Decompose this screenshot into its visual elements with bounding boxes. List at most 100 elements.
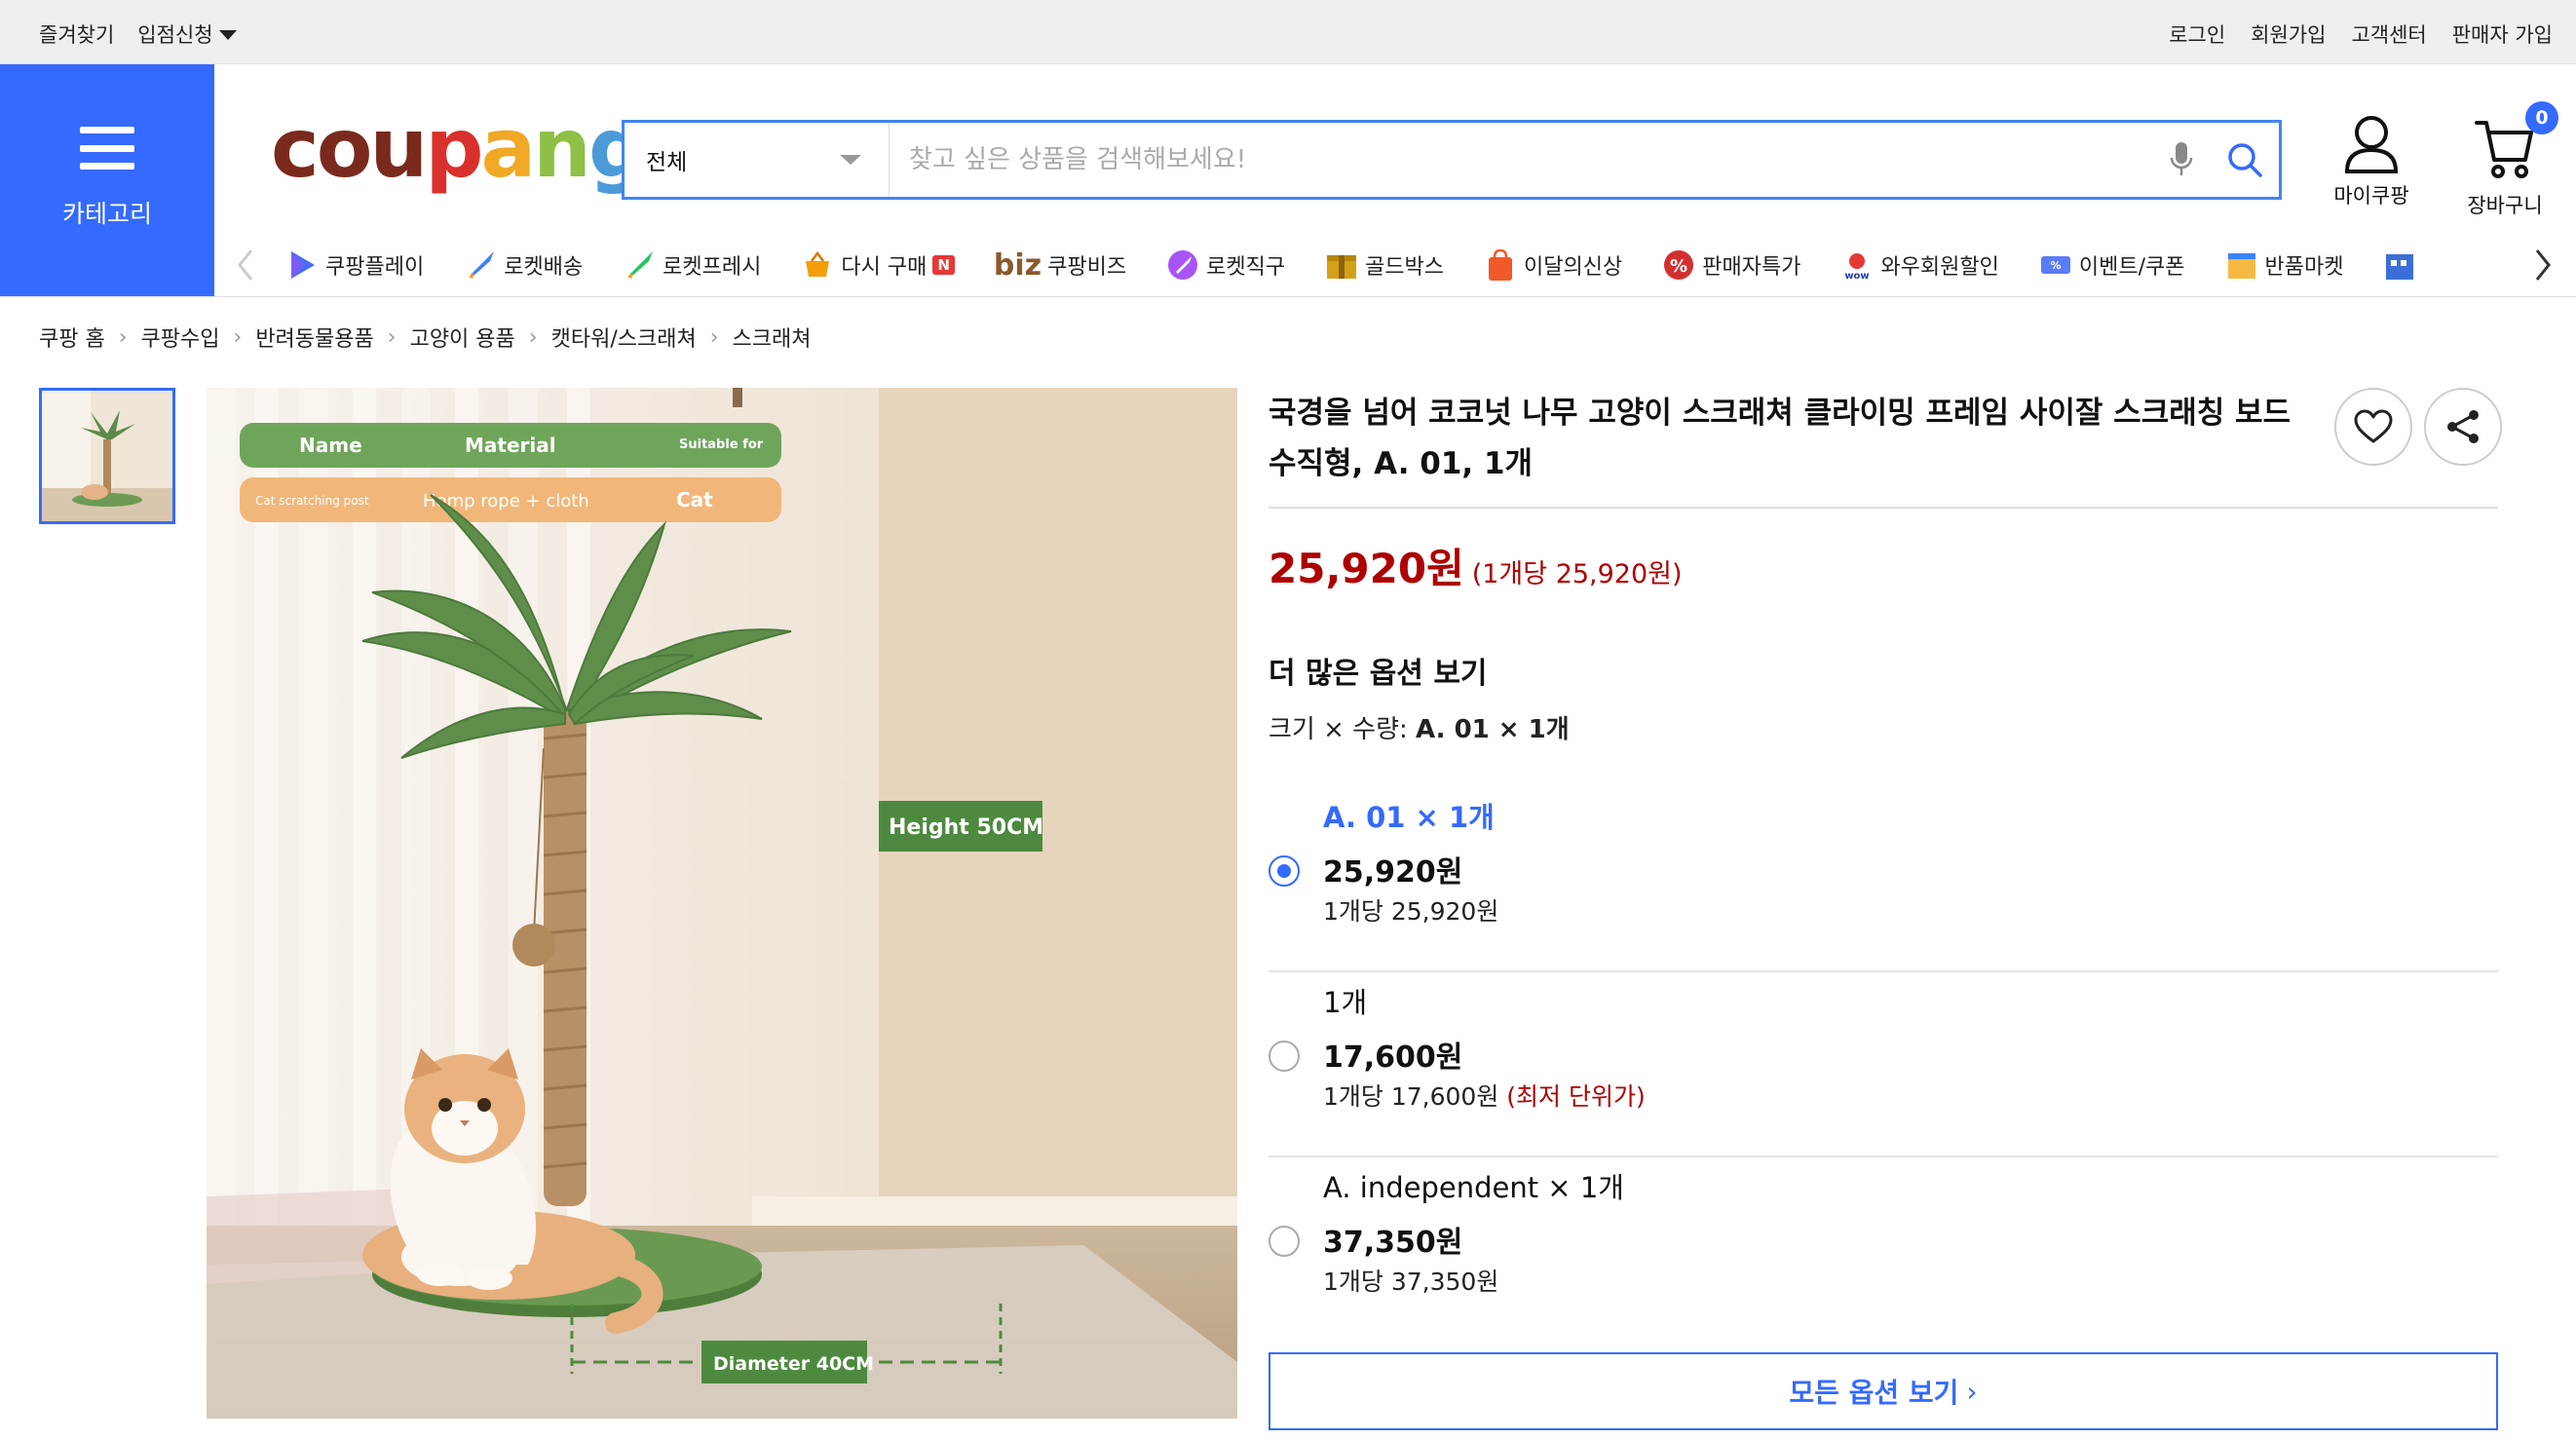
svg-text:%: % bbox=[1670, 256, 1687, 277]
microphone-icon[interactable] bbox=[2152, 140, 2211, 179]
search-category-value: 전체 bbox=[646, 150, 688, 175]
option-unit-price: 1개당 17,600원 (최저 단위가) bbox=[1323, 1082, 1646, 1111]
search-bar: 전체 bbox=[622, 120, 2282, 200]
user-icon bbox=[2344, 116, 2399, 173]
size-qty-value: A. 01 × 1개 bbox=[1416, 715, 1570, 744]
rocket-global-icon bbox=[1165, 247, 1200, 283]
more-options-heading: 더 많은 옵션 보기 bbox=[1269, 657, 1488, 691]
strip-item-coupangplay[interactable]: 쿠팡플레이 bbox=[265, 247, 443, 283]
return-market-icon bbox=[2224, 247, 2259, 283]
category-menu-button[interactable]: 카테고리 bbox=[0, 64, 214, 296]
rocket-icon bbox=[463, 247, 498, 283]
breadcrumb-item[interactable]: 스크래쳐 bbox=[733, 322, 812, 353]
image-diameter-label: Diameter 40CM bbox=[713, 1353, 874, 1375]
title-divider bbox=[1269, 507, 2498, 509]
option-item[interactable]: A. independent × 1개 37,350원 1개당 37,350원 bbox=[1269, 1157, 2498, 1333]
strip-item-rocket-delivery[interactable]: 로켓배송 bbox=[443, 247, 602, 283]
store-icon bbox=[2382, 247, 2417, 283]
hamburger-icon bbox=[80, 127, 134, 170]
chevron-right-icon: › bbox=[233, 324, 243, 350]
size-qty-line: 크기 × 수량: A. 01 × 1개 bbox=[1269, 709, 1570, 745]
share-icon bbox=[2447, 410, 2479, 443]
option-item[interactable]: A. 01 × 1개 25,920원 1개당 25,920원 bbox=[1269, 787, 2498, 972]
strip-item-truncated[interactable] bbox=[2363, 247, 2437, 283]
size-qty-label: 크기 × 수량: bbox=[1269, 715, 1408, 744]
login-link[interactable]: 로그인 bbox=[2169, 19, 2225, 49]
search-category-select[interactable]: 전체 bbox=[625, 123, 890, 197]
biz-icon: biz bbox=[993, 247, 1042, 283]
basket-icon bbox=[800, 247, 835, 283]
option-name: A. independent × 1개 bbox=[1323, 1171, 1624, 1204]
product-title: 국경을 넘어 코코넛 나무 고양이 스크래쳐 클라이밍 프레임 사이잘 스크래칭… bbox=[1269, 396, 2292, 481]
mycoupang-button[interactable]: 마이쿠팡 bbox=[2323, 113, 2420, 209]
chevron-right-icon: › bbox=[1966, 1375, 1978, 1408]
new-bag-icon bbox=[1483, 247, 1518, 283]
search-icon[interactable] bbox=[2211, 140, 2279, 179]
strip-item-seller-deals[interactable]: % 판매자특가 bbox=[1642, 247, 1820, 283]
option-name: 1개 bbox=[1323, 986, 1368, 1019]
image-table-value-name: Cat scratching post bbox=[255, 494, 369, 508]
signup-link[interactable]: 회원가입 bbox=[2251, 19, 2326, 49]
svg-text:%: % bbox=[2050, 259, 2061, 272]
favorite-button[interactable] bbox=[2334, 388, 2412, 466]
strip-item-rebuy[interactable]: 다시 구매 N bbox=[780, 247, 974, 283]
option-price: 17,600원 bbox=[1323, 1041, 1463, 1075]
image-table-header-material: Material bbox=[465, 434, 556, 457]
strip-item-events-coupons[interactable]: % 이벤트/쿠폰 bbox=[2019, 247, 2205, 283]
view-all-options-label: 모든 옵션 보기 bbox=[1789, 1377, 1959, 1409]
cart-button[interactable]: 0 장바구니 bbox=[2451, 101, 2558, 219]
breadcrumb-item[interactable]: 쿠팡수입 bbox=[141, 322, 220, 353]
strip-item-return-market[interactable]: 반품마켓 bbox=[2205, 247, 2364, 283]
product-thumbnail[interactable] bbox=[39, 388, 175, 524]
heart-icon bbox=[2354, 409, 2393, 443]
option-item[interactable]: 1개 17,600원 1개당 17,600원 (최저 단위가) bbox=[1269, 972, 2498, 1157]
strip-item-new-arrivals[interactable]: 이달의신상 bbox=[1463, 247, 1642, 283]
seller-apply-label: 입점신청 bbox=[137, 23, 213, 47]
image-table-value-cat: Cat bbox=[676, 488, 713, 512]
strip-item-goldbox[interactable]: 골드박스 bbox=[1305, 247, 1463, 283]
chevron-down-icon bbox=[840, 155, 861, 165]
chevron-right-icon: › bbox=[709, 324, 719, 350]
price-block: 25,920원 (1개당 25,920원) bbox=[1269, 536, 1683, 595]
strip-right-arrow-icon[interactable] bbox=[2523, 248, 2562, 282]
strip-left-arrow-icon[interactable] bbox=[226, 248, 265, 282]
option-price: 37,350원 bbox=[1323, 1226, 1463, 1260]
option-radio[interactable] bbox=[1269, 1041, 1300, 1072]
chevron-right-icon: › bbox=[118, 324, 128, 350]
bookmark-link[interactable]: 즐겨찾기 bbox=[39, 19, 114, 49]
strip-item-rocket-fresh[interactable]: 로켓프레시 bbox=[602, 247, 780, 283]
breadcrumb-item[interactable]: 쿠팡 홈 bbox=[39, 322, 105, 353]
svg-text:wow: wow bbox=[1845, 271, 1870, 281]
category-strip: 쿠팡플레이 로켓배송 로켓프레시 다시 구매 N biz 쿠팡비즈 로켓직구 골… bbox=[226, 234, 2576, 296]
option-unit-price: 1개당 25,920원 bbox=[1323, 897, 1499, 926]
coupang-logo[interactable]: coupang bbox=[271, 107, 647, 189]
chevron-right-icon: › bbox=[387, 324, 397, 350]
new-badge: N bbox=[932, 255, 955, 275]
seller-signup-link[interactable]: 판매자 가입 bbox=[2452, 19, 2553, 49]
product-main-image[interactable]: Name Material Suitable for Cat scratchin… bbox=[207, 388, 1237, 1419]
breadcrumb-item[interactable]: 캣타워/스크래쳐 bbox=[551, 322, 697, 353]
goldbox-icon bbox=[1324, 247, 1359, 283]
breadcrumb-item[interactable]: 반려동물용품 bbox=[255, 322, 373, 353]
option-name: A. 01 × 1개 bbox=[1323, 801, 1495, 834]
search-input[interactable] bbox=[890, 123, 2152, 197]
image-height-label: Height 50CM bbox=[889, 815, 1043, 840]
option-radio[interactable] bbox=[1269, 1226, 1300, 1257]
breadcrumb-item[interactable]: 고양이 용품 bbox=[410, 322, 515, 353]
wow-icon: wow bbox=[1839, 247, 1875, 283]
category-label: 카테고리 bbox=[61, 200, 152, 228]
coupon-icon: % bbox=[2038, 247, 2073, 283]
strip-item-rocket-global[interactable]: 로켓직구 bbox=[1146, 247, 1305, 283]
cart-label: 장바구니 bbox=[2467, 194, 2543, 217]
strip-item-wow-discount[interactable]: wow 와우회원할인 bbox=[1820, 247, 2018, 283]
strip-item-coupangbiz[interactable]: biz 쿠팡비즈 bbox=[974, 248, 1146, 283]
rocket-fresh-icon bbox=[622, 247, 657, 283]
lowest-unit-price-note: (최저 단위가) bbox=[1506, 1082, 1646, 1111]
seller-apply-dropdown[interactable]: 입점신청 bbox=[137, 19, 237, 49]
option-radio[interactable] bbox=[1269, 855, 1300, 887]
customer-center-link[interactable]: 고객센터 bbox=[2351, 19, 2426, 49]
view-all-options-button[interactable]: 모든 옵션 보기 › bbox=[1269, 1352, 2498, 1430]
share-button[interactable] bbox=[2424, 388, 2502, 466]
mycoupang-label: 마이쿠팡 bbox=[2333, 184, 2409, 208]
image-table-header-suitable: Suitable for bbox=[679, 437, 764, 452]
